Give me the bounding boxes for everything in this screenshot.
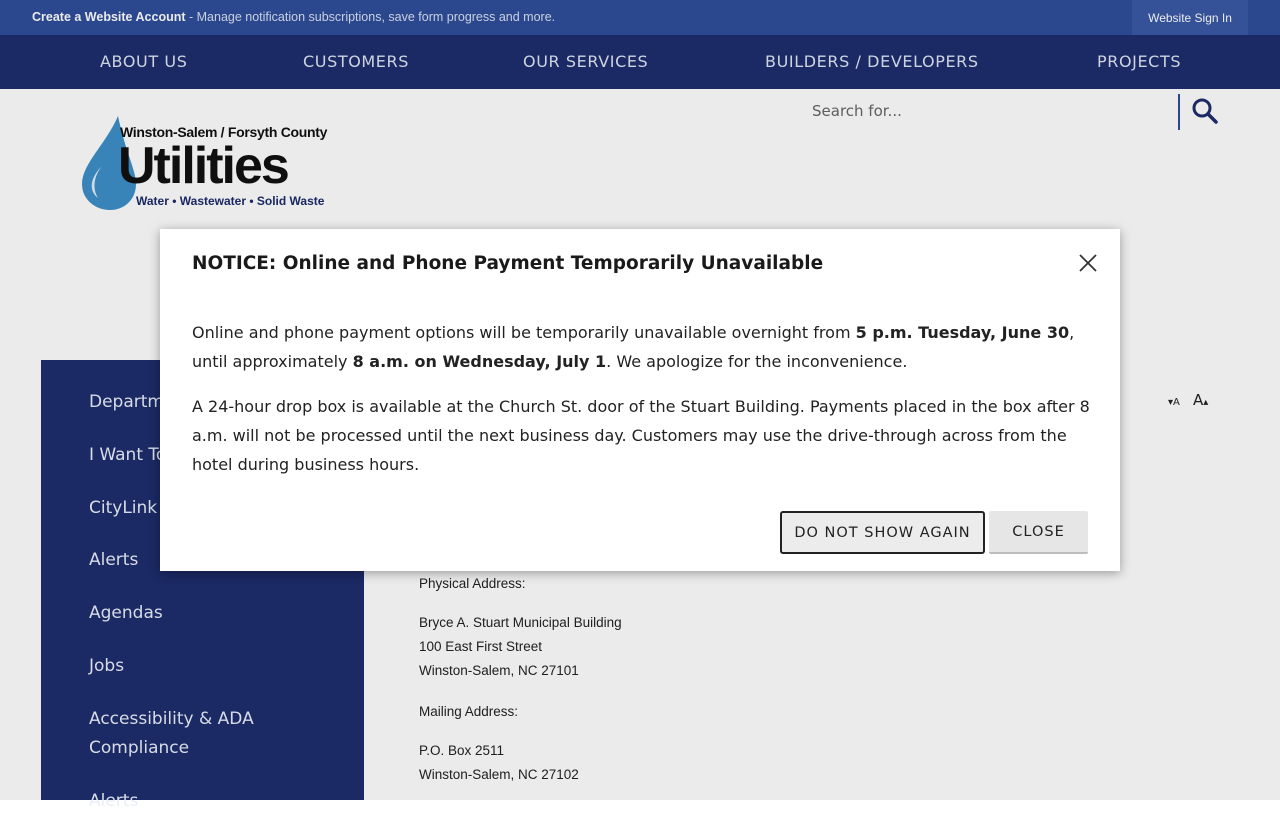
p1-text: Online and phone payment options will be… — [192, 323, 856, 342]
do-not-show-again-button[interactable]: DO NOT SHOW AGAIN — [780, 511, 985, 554]
p1-start-time: 5 p.m. Tuesday, June 30 — [855, 323, 1070, 342]
modal-paragraph-1: Online and phone payment options will be… — [192, 318, 1092, 376]
p1-end-time: 8 a.m. on Wednesday, July 1 — [352, 352, 607, 371]
modal-title: NOTICE: Online and Phone Payment Tempora… — [192, 253, 824, 274]
close-button[interactable]: CLOSE — [989, 511, 1088, 554]
modal-paragraph-2: A 24-hour drop box is available at the C… — [192, 397, 1090, 474]
notice-modal: NOTICE: Online and Phone Payment Tempora… — [160, 229, 1120, 571]
close-icon[interactable] — [1076, 251, 1100, 275]
p1-text: . We apologize for the inconvenience. — [606, 352, 908, 371]
